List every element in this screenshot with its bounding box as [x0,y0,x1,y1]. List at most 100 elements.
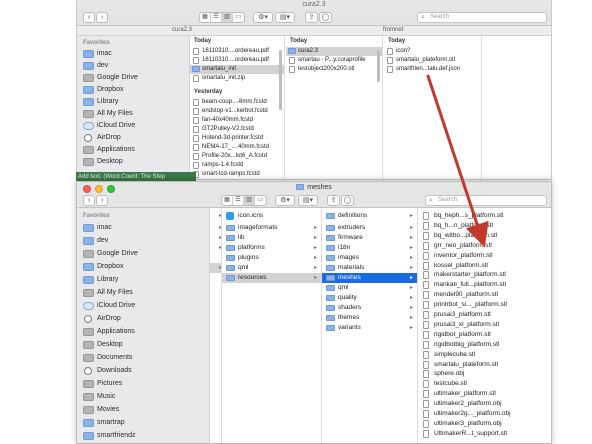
scrollbar[interactable] [377,50,380,82]
list-item[interactable]: mankati_full...platform.stl [418,280,551,290]
list-item[interactable]: prusai3_platform.stl [418,310,551,320]
cover-flow-icon[interactable]: ▭ [255,196,266,205]
list-item[interactable]: ▸ [210,211,221,223]
view-switcher[interactable]: ▦ ☰ ▥ ▭ [221,195,267,206]
list-view-icon[interactable]: ☰ [211,13,222,22]
list-item-selected[interactable]: resources ▸ [222,273,321,283]
sidebar-item-dropbox[interactable]: Dropbox [81,261,186,273]
sidebar-item-dev[interactable]: dev [81,60,186,72]
list-item[interactable]: images ▸ [322,253,417,263]
list-item[interactable]: smartalu_init.zip [190,74,284,83]
sidebar-item-imac[interactable]: imac [81,222,186,234]
column-view-icon[interactable]: ▥ [222,13,233,22]
list-item[interactable]: NEMA-17_....40mm.fcstd [190,143,284,152]
list-item[interactable]: smartfrien...talu.def.json [384,65,481,74]
list-item[interactable]: mendel90_platform.stl [418,290,551,300]
sidebar-item-imac[interactable]: imac [81,48,186,60]
list-item[interactable]: testcube.stl [418,379,551,389]
column-view-icon[interactable]: ▥ [244,196,255,205]
list-item-selected[interactable]: smartalu_init [190,65,284,74]
action-gear-button[interactable]: ⚙▾ [275,195,295,206]
list-item[interactable]: lib ▸ [222,233,321,243]
sidebar-item-applications[interactable]: Applications [81,326,186,338]
list-item[interactable]: simplecube.stl [418,350,551,360]
sidebar-item-pictures[interactable]: Pictures [81,378,186,390]
list-item[interactable]: ultimaker3_platform.obj [418,419,551,429]
sidebar-item-icloud-drive[interactable]: iCloud Drive [81,120,186,132]
list-item[interactable]: ultimaker_platform.stl [418,389,551,399]
list-item[interactable]: firmware ▸ [322,233,417,243]
sidebar-item-dropbox[interactable]: Dropbox [81,84,186,96]
sidebar-item-all-my-files[interactable]: All My Files [81,108,186,120]
list-item[interactable]: smartalu_plateform.stl [384,56,481,65]
sidebar-item-downloads[interactable]: Downloads [81,365,186,377]
sidebar-item-google-drive[interactable]: Google Drive [81,72,186,84]
sidebar-item-airdrop[interactable]: AirDrop [81,313,186,325]
forward-button[interactable]: › [96,12,108,23]
sidebar-item-library[interactable]: Library [81,274,186,286]
sidebar-item-dev[interactable]: dev [81,235,186,247]
list-item[interactable]: quality ▸ [322,293,417,303]
icon-view-icon[interactable]: ▦ [222,196,233,205]
forward-button[interactable]: › [96,195,108,206]
list-item[interactable]: definitions ▸ [322,211,417,223]
list-item[interactable]: UltimakerR...t_support.stl [418,429,551,439]
list-item[interactable]: GT2Pulley-V2.fcstd [190,125,284,134]
back-button[interactable]: ‹ [83,195,95,206]
sidebar-item-documents[interactable]: Documents [81,352,186,364]
search-field[interactable]: ⌕ Search [425,195,547,206]
list-item[interactable]: themes ▸ [322,313,417,323]
sidebar-item-icloud-drive[interactable]: iCloud Drive [81,300,186,312]
view-switcher[interactable]: ▦ ☰ ▥ ▭ [199,12,245,23]
list-item[interactable]: plugins ▸ [222,253,321,263]
list-item[interactable]: qml ▸ [322,283,417,293]
list-item[interactable]: materials ▸ [322,263,417,273]
list-item[interactable]: Profile-20x...lot6_A.fcstd [190,152,284,161]
list-item[interactable]: testobject200x200.stl [286,65,382,74]
list-item[interactable]: i18n ▸ [322,243,417,253]
list-item[interactable]: extruders ▸ [322,223,417,233]
list-item[interactable]: ▸ [210,223,221,233]
list-item[interactable]: fan-40x40mm.fcstd [190,116,284,125]
list-item[interactable]: 16110310....ordereau.pdf [190,56,284,65]
sidebar-item-smartfriendz[interactable]: smartfriendz [81,430,186,442]
tags-button[interactable]: ◯ [319,12,332,23]
list-item[interactable]: smart-lcd-ramps.fcstd [190,170,284,179]
list-item[interactable]: Hotend-3d-printer.fcstd [190,134,284,143]
list-item-selected[interactable]: cura2.3 [286,47,382,56]
list-item[interactable]: 16110310....ordereau.pdf [190,47,284,56]
sidebar-item-applications[interactable]: Applications [81,144,186,156]
scrollbar[interactable] [279,50,282,110]
list-item[interactable]: bq_witbo...platform.stl [418,231,551,241]
sidebar-item-library[interactable]: Library [81,96,186,108]
list-item-selected[interactable]: meshes ▸ [322,273,417,283]
list-item[interactable]: ▸ [210,233,221,243]
arrange-button[interactable]: ▤▾ [275,12,295,23]
tags-button[interactable]: ◯ [341,195,354,206]
sidebar-item-airdrop[interactable]: AirDrop [81,132,186,144]
list-item-selected[interactable]: ▸ [210,263,221,273]
list-item[interactable]: ramps-1.4.fcstd [190,161,284,170]
sidebar-item-all-my-files[interactable]: All My Files [81,287,186,299]
list-item[interactable]: shaders ▸ [322,303,417,313]
cover-flow-icon[interactable]: ▭ [233,13,244,22]
list-item[interactable]: smartau - P...y.curaprofile [286,56,382,65]
list-item[interactable]: rigidbotbig_platform.stl [418,340,551,350]
action-gear-button[interactable]: ⚙▾ [253,12,273,23]
list-item[interactable]: smartalu_plateform.stl [418,360,551,370]
sidebar-item-google-drive[interactable]: Google Drive [81,248,186,260]
sidebar-item-desktop[interactable]: Desktop [81,156,186,168]
list-item[interactable]: endstop-v1...kerbot.fcstd [190,107,284,116]
list-item[interactable]: ultimaker2_platform.obj [418,399,551,409]
list-item[interactable]: grr_neo_platform.stl [418,241,551,251]
list-item[interactable]: bq_h...n_platform.stl [418,221,551,231]
list-item[interactable]: rigidbot_platform.stl [418,330,551,340]
list-view-icon[interactable]: ☰ [233,196,244,205]
share-button[interactable]: ⇪ [305,12,318,23]
list-item[interactable]: qml ▸ [222,263,321,273]
list-item[interactable]: prusai3_xl_platform.stl [418,320,551,330]
list-item[interactable]: beam-coup...-8mm.fcstd [190,98,284,107]
list-item[interactable]: printrbot_si..._platform.stl [418,300,551,310]
list-item[interactable]: makerstarter_platform.stl [418,270,551,280]
arrange-button[interactable]: ▤▾ [298,195,318,206]
